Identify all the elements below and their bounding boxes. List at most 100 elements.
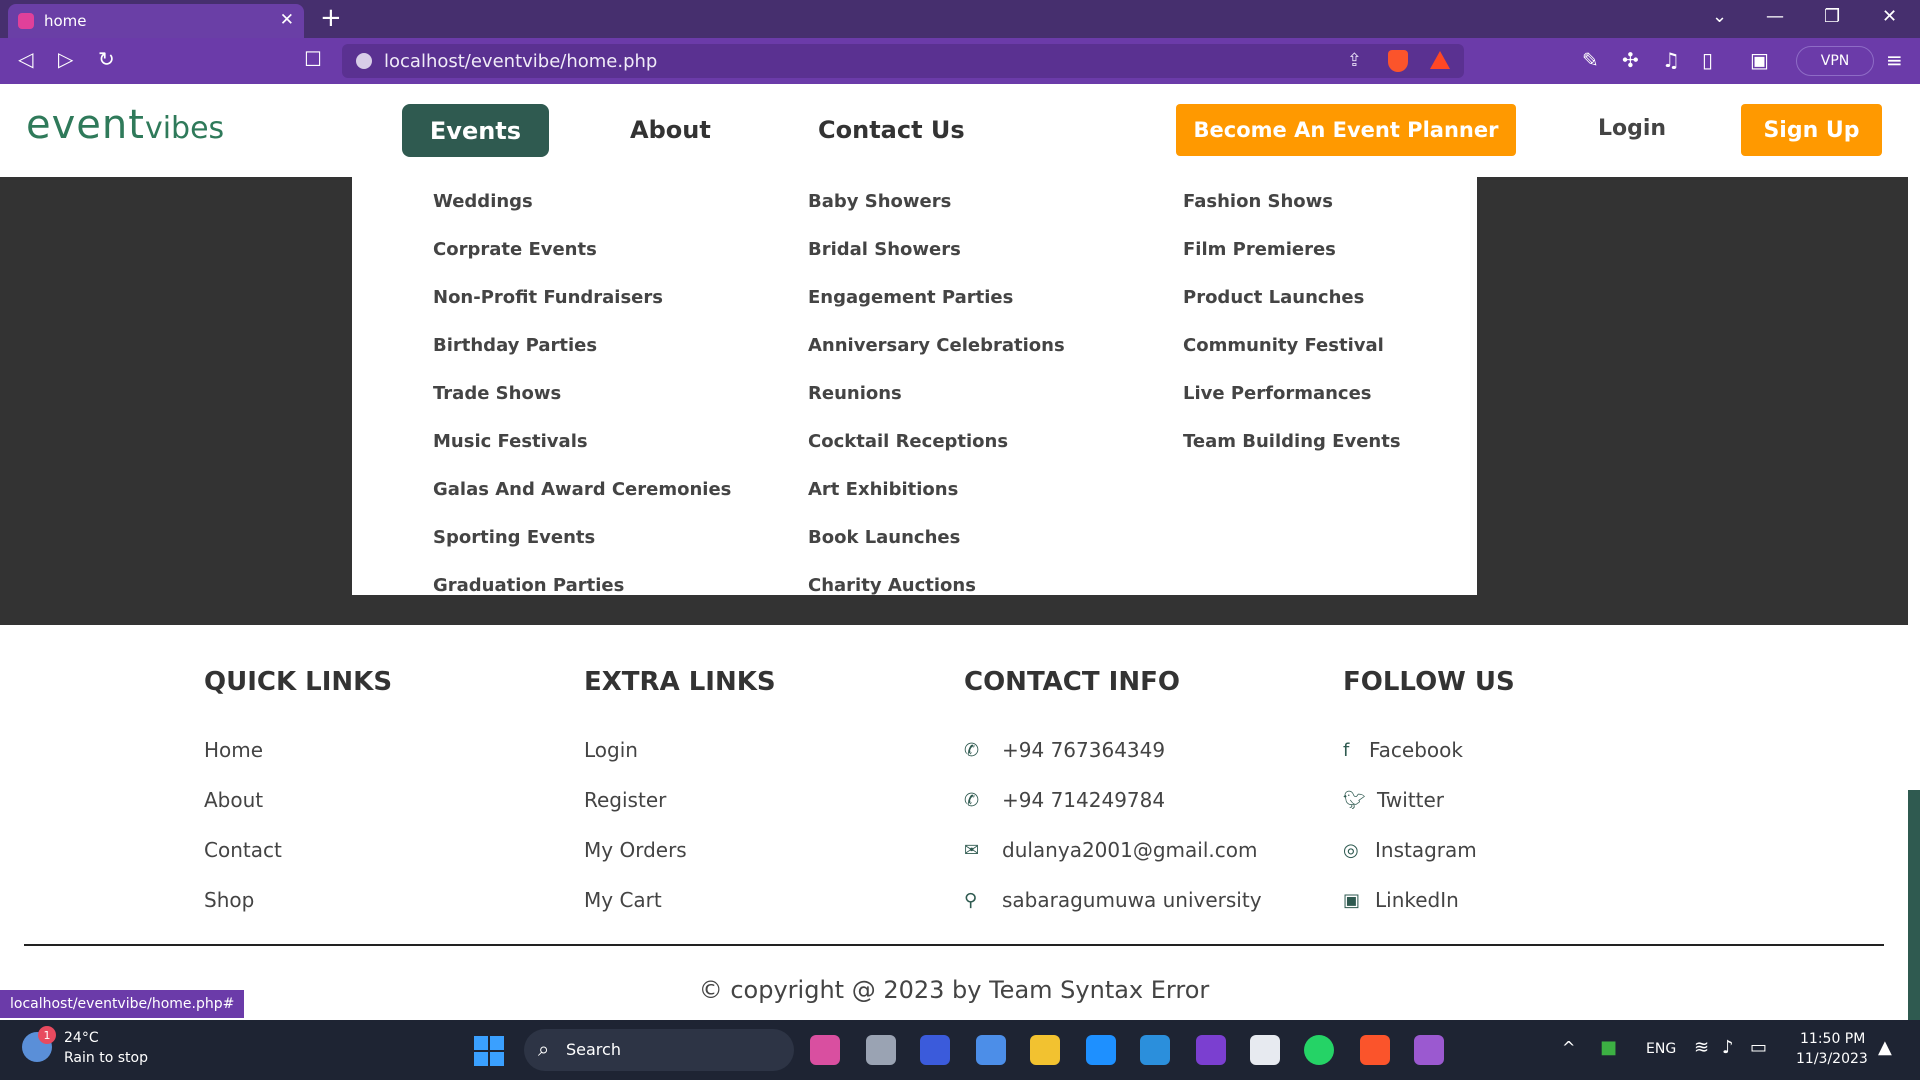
menu-item-art-exhibitions[interactable]: Art Exhibitions [808, 465, 1065, 513]
menu-item-film-premieres[interactable]: Film Premieres [1183, 225, 1401, 273]
footer-link-login[interactable]: Login [584, 725, 776, 775]
menu-item-fashion-shows[interactable]: Fashion Shows [1183, 177, 1401, 225]
tab-close-icon[interactable]: ✕ [280, 10, 294, 30]
forward-icon[interactable]: ▷ [58, 47, 73, 71]
vpn-button[interactable]: VPN [1796, 46, 1874, 76]
reload-icon[interactable]: ↻ [98, 47, 115, 71]
menu-item-galas[interactable]: Galas And Award Ceremonies [433, 465, 731, 513]
menu-item-bridal-showers[interactable]: Bridal Showers [808, 225, 1065, 273]
footer-link-my-cart[interactable]: My Cart [584, 875, 776, 925]
footer-link-contact[interactable]: Contact [204, 825, 392, 875]
app-icon[interactable] [920, 1035, 950, 1065]
menu-item-charity-auctions[interactable]: Charity Auctions [808, 561, 1065, 609]
menu-item-book-launches[interactable]: Book Launches [808, 513, 1065, 561]
browser-tab[interactable]: home ✕ [8, 4, 304, 38]
social-linkedin[interactable]: ▣ LinkedIn [1343, 875, 1515, 925]
minimize-icon[interactable]: — [1766, 6, 1784, 27]
notification-bell-icon[interactable]: ▲ [1878, 1037, 1892, 1058]
footer-link-register[interactable]: Register [584, 775, 776, 825]
sign-up-button[interactable]: Sign Up [1741, 104, 1882, 156]
windows-start-icon[interactable] [474, 1036, 504, 1066]
menu-item-birthday-parties[interactable]: Birthday Parties [433, 321, 731, 369]
menu-item-fundraisers[interactable]: Non-Profit Fundraisers [433, 273, 731, 321]
restore-icon[interactable]: ❐ [1824, 6, 1840, 27]
bookmark-icon[interactable]: ☐ [304, 47, 322, 71]
menu-item-corporate-events[interactable]: Corprate Events [433, 225, 731, 273]
footer-link-about[interactable]: About [204, 775, 392, 825]
back-icon[interactable]: ◁ [18, 47, 33, 71]
notepad-app-icon[interactable] [976, 1035, 1006, 1065]
menu-column-1: Weddings Corprate Events Non-Profit Fund… [433, 177, 731, 609]
vscode-icon[interactable] [1140, 1035, 1170, 1065]
wallet-icon[interactable]: ▣ [1750, 48, 1769, 72]
new-tab-icon[interactable]: + [320, 3, 342, 33]
brave-browser-icon[interactable] [1360, 1035, 1390, 1065]
battery-icon[interactable]: ▭ [1750, 1037, 1767, 1058]
share-icon[interactable]: ⇪ [1347, 50, 1362, 71]
brave-shield-icon[interactable] [1388, 50, 1408, 72]
app-icon[interactable] [1086, 1035, 1116, 1065]
menu-item-cocktail-receptions[interactable]: Cocktail Receptions [808, 417, 1065, 465]
logo-main-text: event [26, 102, 145, 148]
menu-item-anniversary[interactable]: Anniversary Celebrations [808, 321, 1065, 369]
menu-item-community-festival[interactable]: Community Festival [1183, 321, 1401, 369]
contact-address[interactable]: ⚲ sabaragumuwa university [964, 875, 1262, 925]
vpn-label: VPN [1820, 53, 1850, 69]
app-icon[interactable] [1250, 1035, 1280, 1065]
footer-link-home[interactable]: Home [204, 725, 392, 775]
url-text[interactable]: localhost/eventvibe/home.php [384, 51, 657, 72]
menu-item-trade-shows[interactable]: Trade Shows [433, 369, 731, 417]
social-linkedin-text: LinkedIn [1375, 888, 1459, 912]
brave-rewards-icon[interactable] [1430, 51, 1450, 69]
tab-search-chevron-icon[interactable]: ⌄ [1712, 6, 1727, 27]
footer-link-my-orders[interactable]: My Orders [584, 825, 776, 875]
become-event-planner-button[interactable]: Become An Event Planner [1176, 104, 1516, 156]
whatsapp-icon[interactable] [1304, 1035, 1334, 1065]
language-indicator[interactable]: ENG [1646, 1041, 1676, 1057]
menu-item-team-building[interactable]: Team Building Events [1183, 417, 1401, 465]
nav-contact-us[interactable]: Contact Us [818, 116, 965, 144]
wifi-icon[interactable]: ≋ [1694, 1037, 1709, 1058]
taskbar-search[interactable]: ⌕ Search [524, 1029, 794, 1071]
app-icon[interactable] [1414, 1035, 1444, 1065]
extensions-icon[interactable]: ✣ [1622, 48, 1639, 72]
nav-login[interactable]: Login [1598, 116, 1666, 141]
menu-item-weddings[interactable]: Weddings [433, 177, 731, 225]
clock-time[interactable]: 11:50 PM [1800, 1031, 1865, 1047]
file-explorer-icon[interactable] [1030, 1035, 1060, 1065]
menu-item-baby-showers[interactable]: Baby Showers [808, 177, 1065, 225]
menu-item-reunions[interactable]: Reunions [808, 369, 1065, 417]
social-facebook[interactable]: f Facebook [1343, 725, 1515, 775]
copilot-app-icon[interactable] [810, 1035, 840, 1065]
linkedin-icon: ▣ [1343, 889, 1361, 911]
menu-item-engagement-parties[interactable]: Engagement Parties [808, 273, 1065, 321]
contact-email[interactable]: ✉ dulanya2001@gmail.com [964, 825, 1262, 875]
menu-item-music-festivals[interactable]: Music Festivals [433, 417, 731, 465]
tray-app-icon[interactable]: ■ [1600, 1037, 1617, 1058]
task-view-icon[interactable] [866, 1035, 896, 1065]
menu-item-graduation-parties[interactable]: Graduation Parties [433, 561, 731, 609]
sidebar-icon[interactable]: ▯ [1702, 48, 1713, 72]
tray-overflow-icon[interactable]: ^ [1562, 1038, 1575, 1057]
nav-about[interactable]: About [630, 116, 711, 144]
social-twitter[interactable]: 🐦︎ Twitter [1343, 775, 1515, 825]
nav-events[interactable]: Events [402, 104, 549, 157]
contact-phone-1[interactable]: ✆ +94 767364349 [964, 725, 1262, 775]
visual-studio-icon[interactable] [1196, 1035, 1226, 1065]
pen-icon[interactable]: ✎ [1582, 48, 1599, 72]
menu-item-live-performances[interactable]: Live Performances [1183, 369, 1401, 417]
instagram-icon: ◎ [1343, 839, 1359, 861]
music-icon[interactable]: ♫ [1662, 48, 1680, 72]
clock-date[interactable]: 11/3/2023 [1796, 1051, 1868, 1067]
social-instagram[interactable]: ◎ Instagram [1343, 825, 1515, 875]
address-bar[interactable]: localhost/eventvibe/home.php ⇪ [342, 44, 1464, 78]
site-info-icon[interactable] [356, 53, 372, 69]
menu-item-sporting-events[interactable]: Sporting Events [433, 513, 731, 561]
site-logo[interactable]: eventvibes [26, 102, 224, 148]
volume-icon[interactable]: ♪ [1722, 1037, 1734, 1058]
menu-icon[interactable]: ≡ [1886, 48, 1903, 72]
close-window-icon[interactable]: ✕ [1882, 6, 1897, 27]
menu-item-product-launches[interactable]: Product Launches [1183, 273, 1401, 321]
contact-phone-2[interactable]: ✆ +94 714249784 [964, 775, 1262, 825]
footer-link-shop[interactable]: Shop [204, 875, 392, 925]
